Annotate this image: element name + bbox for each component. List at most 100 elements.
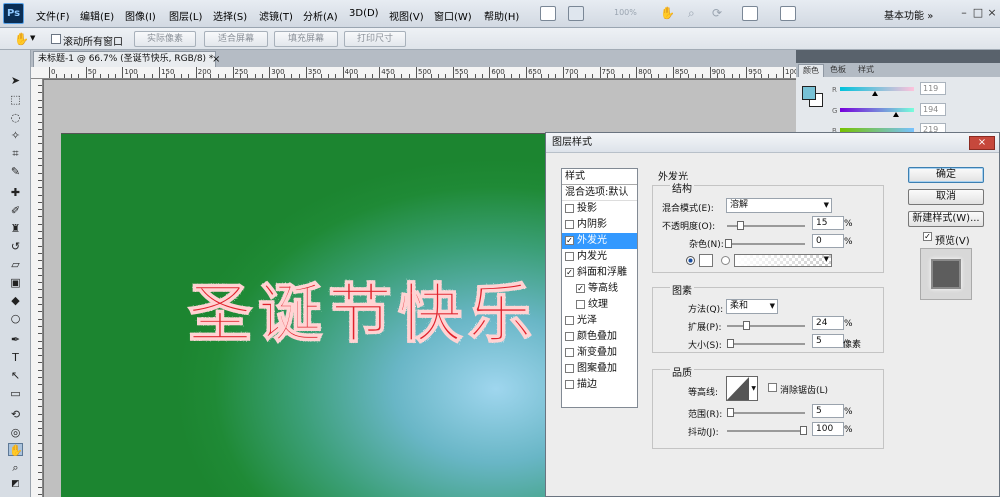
glow-color-swatch[interactable] (699, 254, 713, 267)
menu-file[interactable]: 文件(F) (36, 8, 70, 23)
menu-image[interactable]: 图像(I) (125, 8, 156, 23)
menu-view[interactable]: 视图(V) (389, 8, 424, 23)
shape-tool-icon[interactable]: ▭ (8, 387, 23, 400)
range-slider[interactable] (727, 408, 805, 417)
zoom-level[interactable]: 100% (614, 8, 644, 17)
style-item-7[interactable]: 光泽 (562, 313, 637, 329)
color-swap-icon[interactable]: ◩ (8, 478, 23, 491)
channel-slider-marker[interactable] (871, 91, 878, 96)
clone-stamp-tool-icon[interactable]: ♜ (8, 222, 23, 235)
contour-picker[interactable]: ▼ (726, 376, 758, 401)
style-item-checkbox[interactable] (565, 220, 574, 229)
3d-rotate-tool-icon[interactable]: ⟲ (8, 408, 23, 421)
history-brush-tool-icon[interactable]: ↺ (8, 240, 23, 253)
menu-3d[interactable]: 3D(D) (349, 8, 379, 19)
style-item-checkbox[interactable] (565, 364, 574, 373)
style-item-checkbox[interactable] (565, 348, 574, 357)
magic-wand-tool-icon[interactable]: ✧ (8, 129, 23, 142)
pen-tool-icon[interactable]: ✒ (8, 333, 23, 346)
menu-layer[interactable]: 图层(L) (169, 8, 202, 23)
style-item-checkbox[interactable] (565, 316, 574, 325)
style-item-checkbox[interactable]: ✓ (565, 268, 574, 277)
style-item-0[interactable]: 投影 (562, 201, 637, 217)
style-item-checkbox[interactable]: ✓ (565, 236, 574, 245)
channel-slider-marker[interactable] (893, 112, 900, 117)
style-item-checkbox[interactable] (565, 204, 574, 213)
menu-window[interactable]: 窗口(W) (434, 8, 472, 23)
rotate-view-icon[interactable]: ⟳ (712, 6, 728, 21)
style-item-3[interactable]: 内发光 (562, 249, 637, 265)
screen-mode-icon[interactable] (780, 6, 796, 21)
hand-tool-icon[interactable]: ✋ (660, 6, 676, 21)
channel-r-value[interactable]: 119 (920, 82, 946, 95)
document-tab[interactable]: 未标题-1 @ 66.7% (圣诞节快乐, RGB/8) * × (33, 51, 220, 67)
opacity-slider[interactable] (727, 221, 805, 230)
blend-options-item[interactable]: 混合选项:默认 (562, 185, 637, 201)
spread-slider-thumb[interactable] (743, 321, 750, 330)
menu-help[interactable]: 帮助(H) (484, 8, 519, 23)
tab-swatches[interactable]: 色板 (826, 64, 850, 77)
dialog-title-bar[interactable]: 图层样式 × (546, 133, 999, 153)
healing-brush-tool-icon[interactable]: ✚ (8, 186, 23, 199)
actual-pixels-button[interactable]: 实际像素 (134, 31, 196, 47)
document-canvas[interactable]: 圣诞节快乐 圣诞节快乐 (61, 133, 561, 497)
menu-filter[interactable]: 滤镜(T) (259, 8, 293, 23)
style-item-checkbox[interactable] (576, 300, 585, 309)
channel-r-slider[interactable] (840, 87, 914, 96)
style-item-6[interactable]: 纹理 (562, 297, 637, 313)
hand-tool-preset-icon[interactable]: ✋ (14, 32, 29, 46)
size-input[interactable]: 5 (812, 334, 844, 348)
gradient-radio[interactable] (721, 256, 730, 265)
noise-input[interactable]: 0 (812, 234, 844, 248)
opacity-input[interactable]: 15 (812, 216, 844, 230)
styles-list-header[interactable]: 样式 (562, 169, 637, 185)
ok-button[interactable]: 确定 (908, 167, 984, 183)
menu-analysis[interactable]: 分析(A) (303, 8, 338, 23)
jitter-input[interactable]: 100 (812, 422, 844, 436)
eyedropper-tool-icon[interactable]: ✎ (8, 165, 23, 178)
style-item-9[interactable]: 渐变叠加 (562, 345, 637, 361)
brush-tool-icon[interactable]: ✐ (8, 204, 23, 217)
cancel-button[interactable]: 取消 (908, 189, 984, 205)
menu-select[interactable]: 选择(S) (213, 8, 247, 23)
blur-tool-icon[interactable]: ◆ (8, 294, 23, 307)
chevron-down-icon[interactable]: ▼ (30, 34, 35, 42)
hand-tool-icon[interactable]: ✋ (8, 443, 23, 457)
channel-g-value[interactable]: 194 (920, 103, 946, 116)
color-radio[interactable] (686, 256, 695, 265)
channel-g-slider[interactable] (840, 108, 914, 117)
style-item-checkbox[interactable]: ✓ (576, 284, 585, 293)
eraser-tool-icon[interactable]: ▱ (8, 258, 23, 271)
preview-checkbox[interactable]: ✓ (923, 232, 932, 241)
minimize-button[interactable]: – (958, 7, 970, 19)
move-tool-icon[interactable]: ➤ (8, 74, 23, 87)
noise-slider-thumb[interactable] (725, 239, 732, 248)
new-style-button[interactable]: 新建样式(W)... (908, 211, 984, 227)
close-document-icon[interactable]: × (212, 52, 220, 67)
style-item-8[interactable]: 颜色叠加 (562, 329, 637, 345)
close-app-button[interactable]: × (986, 7, 998, 19)
spread-slider[interactable] (727, 321, 805, 330)
fill-screen-button[interactable]: 填充屏幕 (274, 31, 338, 47)
technique-select[interactable]: 柔和 ▼ (726, 299, 778, 314)
style-item-checkbox[interactable] (565, 252, 574, 261)
gradient-tool-icon[interactable]: ▣ (8, 276, 23, 289)
style-item-1[interactable]: 内阴影 (562, 217, 637, 233)
style-item-checkbox[interactable] (565, 332, 574, 341)
tab-color[interactable]: 颜色 (798, 64, 824, 77)
print-size-button[interactable]: 打印尺寸 (344, 31, 406, 47)
horizontal-ruler[interactable]: 0 50 100 150 200 250 300 350 400 450 500 550 600 650 7… (31, 67, 814, 79)
lasso-tool-icon[interactable]: ◌ (8, 111, 23, 124)
size-slider-thumb[interactable] (727, 339, 734, 348)
style-item-5[interactable]: ✓ 等高线 (562, 281, 637, 297)
menu-edit[interactable]: 编辑(E) (80, 8, 114, 23)
tab-styles[interactable]: 样式 (854, 64, 878, 77)
glow-gradient-picker[interactable]: ▼ (734, 254, 832, 267)
style-item-10[interactable]: 图案叠加 (562, 361, 637, 377)
range-input[interactable]: 5 (812, 404, 844, 418)
vertical-ruler[interactable] (31, 79, 43, 497)
type-tool-icon[interactable]: T (8, 351, 23, 364)
style-item-checkbox[interactable] (565, 380, 574, 389)
zoom-tool-icon[interactable]: ⌕ (8, 461, 23, 474)
marquee-tool-icon[interactable]: ⬚ (8, 93, 23, 106)
